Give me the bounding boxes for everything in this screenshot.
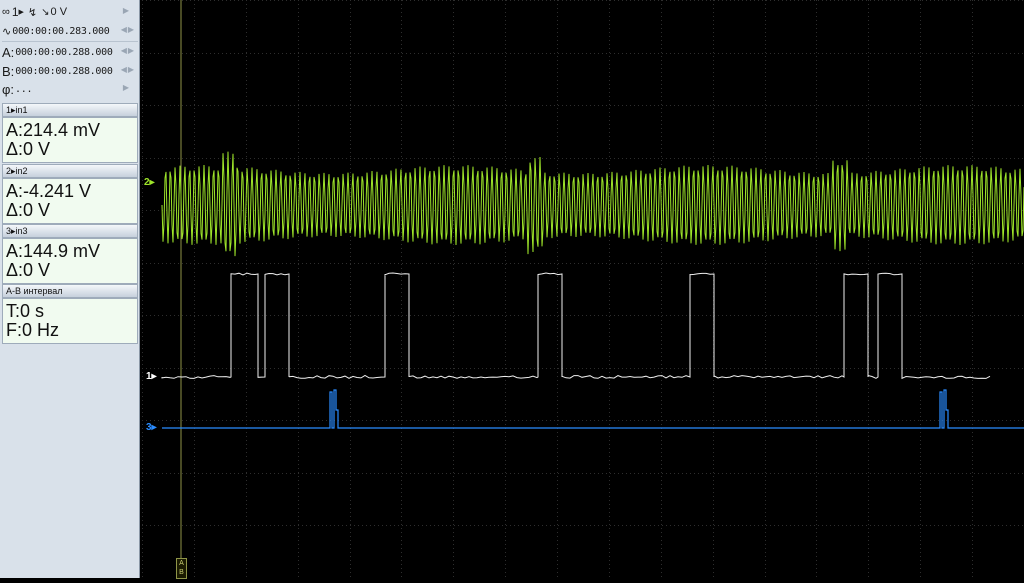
- phase-value[interactable]: ...: [15, 84, 32, 95]
- phase-label: φ:: [2, 82, 14, 97]
- cursor-b-marker: B: [177, 568, 186, 577]
- trigger-row[interactable]: ∞ 1 ▶ ↯ ↘ 0 V ▶: [2, 3, 138, 21]
- trigger-menu-arrow[interactable]: ▶: [123, 6, 130, 15]
- channel-2-values: A:-4.241 V Δ:0 V: [2, 178, 138, 224]
- cursor-b-row[interactable]: B: 000:00:00.288.000 ◀▶: [2, 62, 138, 80]
- channel-1-a-value: A:214.4 mV: [3, 121, 137, 140]
- cursor-a-marker: A: [177, 559, 186, 568]
- cursor-a-value[interactable]: 000:00:00.288.000: [15, 47, 112, 58]
- cursor-a-stepper[interactable]: ◀▶: [121, 46, 135, 55]
- interval-time-value: T:0 s: [3, 302, 137, 321]
- phase-row[interactable]: φ: ... ▶: [2, 80, 138, 98]
- channel-3-waveform: [162, 390, 1024, 428]
- delay-stepper[interactable]: ◀▶: [121, 25, 135, 34]
- channel-2-header[interactable]: 2▸in2: [2, 164, 138, 178]
- play-icon: ▶: [19, 8, 24, 16]
- cursor-a-label: A:: [2, 45, 14, 60]
- channel-3-a-value: A:144.9 mV: [3, 242, 137, 261]
- cursor-b-value[interactable]: 000:00:00.288.000: [15, 66, 112, 77]
- channel-1-waveform: [162, 273, 990, 378]
- trigger-channel[interactable]: 1: [12, 5, 19, 19]
- channel-2-marker[interactable]: 2▸: [144, 177, 155, 188]
- interval-values: T:0 s F:0 Hz: [2, 298, 138, 344]
- trigger-level[interactable]: 0 V: [51, 6, 68, 18]
- interval-frequency-value: F:0 Hz: [3, 321, 137, 340]
- cursor-b-stepper[interactable]: ◀▶: [121, 65, 135, 74]
- oscilloscope-plot[interactable]: 2▸ 1▸ 3▸ A B: [142, 0, 1024, 578]
- delay-value[interactable]: 000:00:00.283.000: [12, 26, 109, 37]
- channel-1-values: A:214.4 mV Δ:0 V: [2, 117, 138, 163]
- channel-3-values: A:144.9 mV Δ:0 V: [2, 238, 138, 284]
- cursor-b-label: B:: [2, 64, 14, 79]
- delay-icon: ∿: [2, 25, 11, 38]
- waveform-canvas[interactable]: [142, 0, 1024, 578]
- level-icon: ↘: [41, 7, 49, 18]
- channel-1-header[interactable]: 1▸in1: [2, 103, 138, 117]
- cursor-a-row[interactable]: A: 000:00:00.288.000 ◀▶: [2, 43, 138, 61]
- falling-edge-icon[interactable]: ↯: [28, 6, 37, 19]
- channel-1-delta-value: Δ:0 V: [3, 140, 137, 159]
- channel-3-marker[interactable]: 3▸: [146, 422, 157, 433]
- channel-2-waveform: [162, 152, 1024, 256]
- phase-menu-arrow[interactable]: ▶: [123, 83, 130, 92]
- channel-3-header[interactable]: 3▸in3: [2, 224, 138, 238]
- trigger-mode-icon[interactable]: ∞: [2, 6, 10, 18]
- measurement-panel: ∞ 1 ▶ ↯ ↘ 0 V ▶ ∿ 000:00:00.283.000 ◀▶ A…: [0, 0, 140, 578]
- channel-1-marker[interactable]: 1▸: [146, 371, 157, 382]
- divider: [2, 41, 138, 42]
- channel-2-delta-value: Δ:0 V: [3, 201, 137, 220]
- channel-2-a-value: A:-4.241 V: [3, 182, 137, 201]
- cursor-ab-marker[interactable]: A B: [176, 558, 187, 579]
- interval-header[interactable]: A-B интервал: [2, 284, 138, 298]
- delay-row[interactable]: ∿ 000:00:00.283.000 ◀▶: [2, 22, 138, 40]
- channel-3-delta-value: Δ:0 V: [3, 261, 137, 280]
- grid: [142, 0, 1024, 578]
